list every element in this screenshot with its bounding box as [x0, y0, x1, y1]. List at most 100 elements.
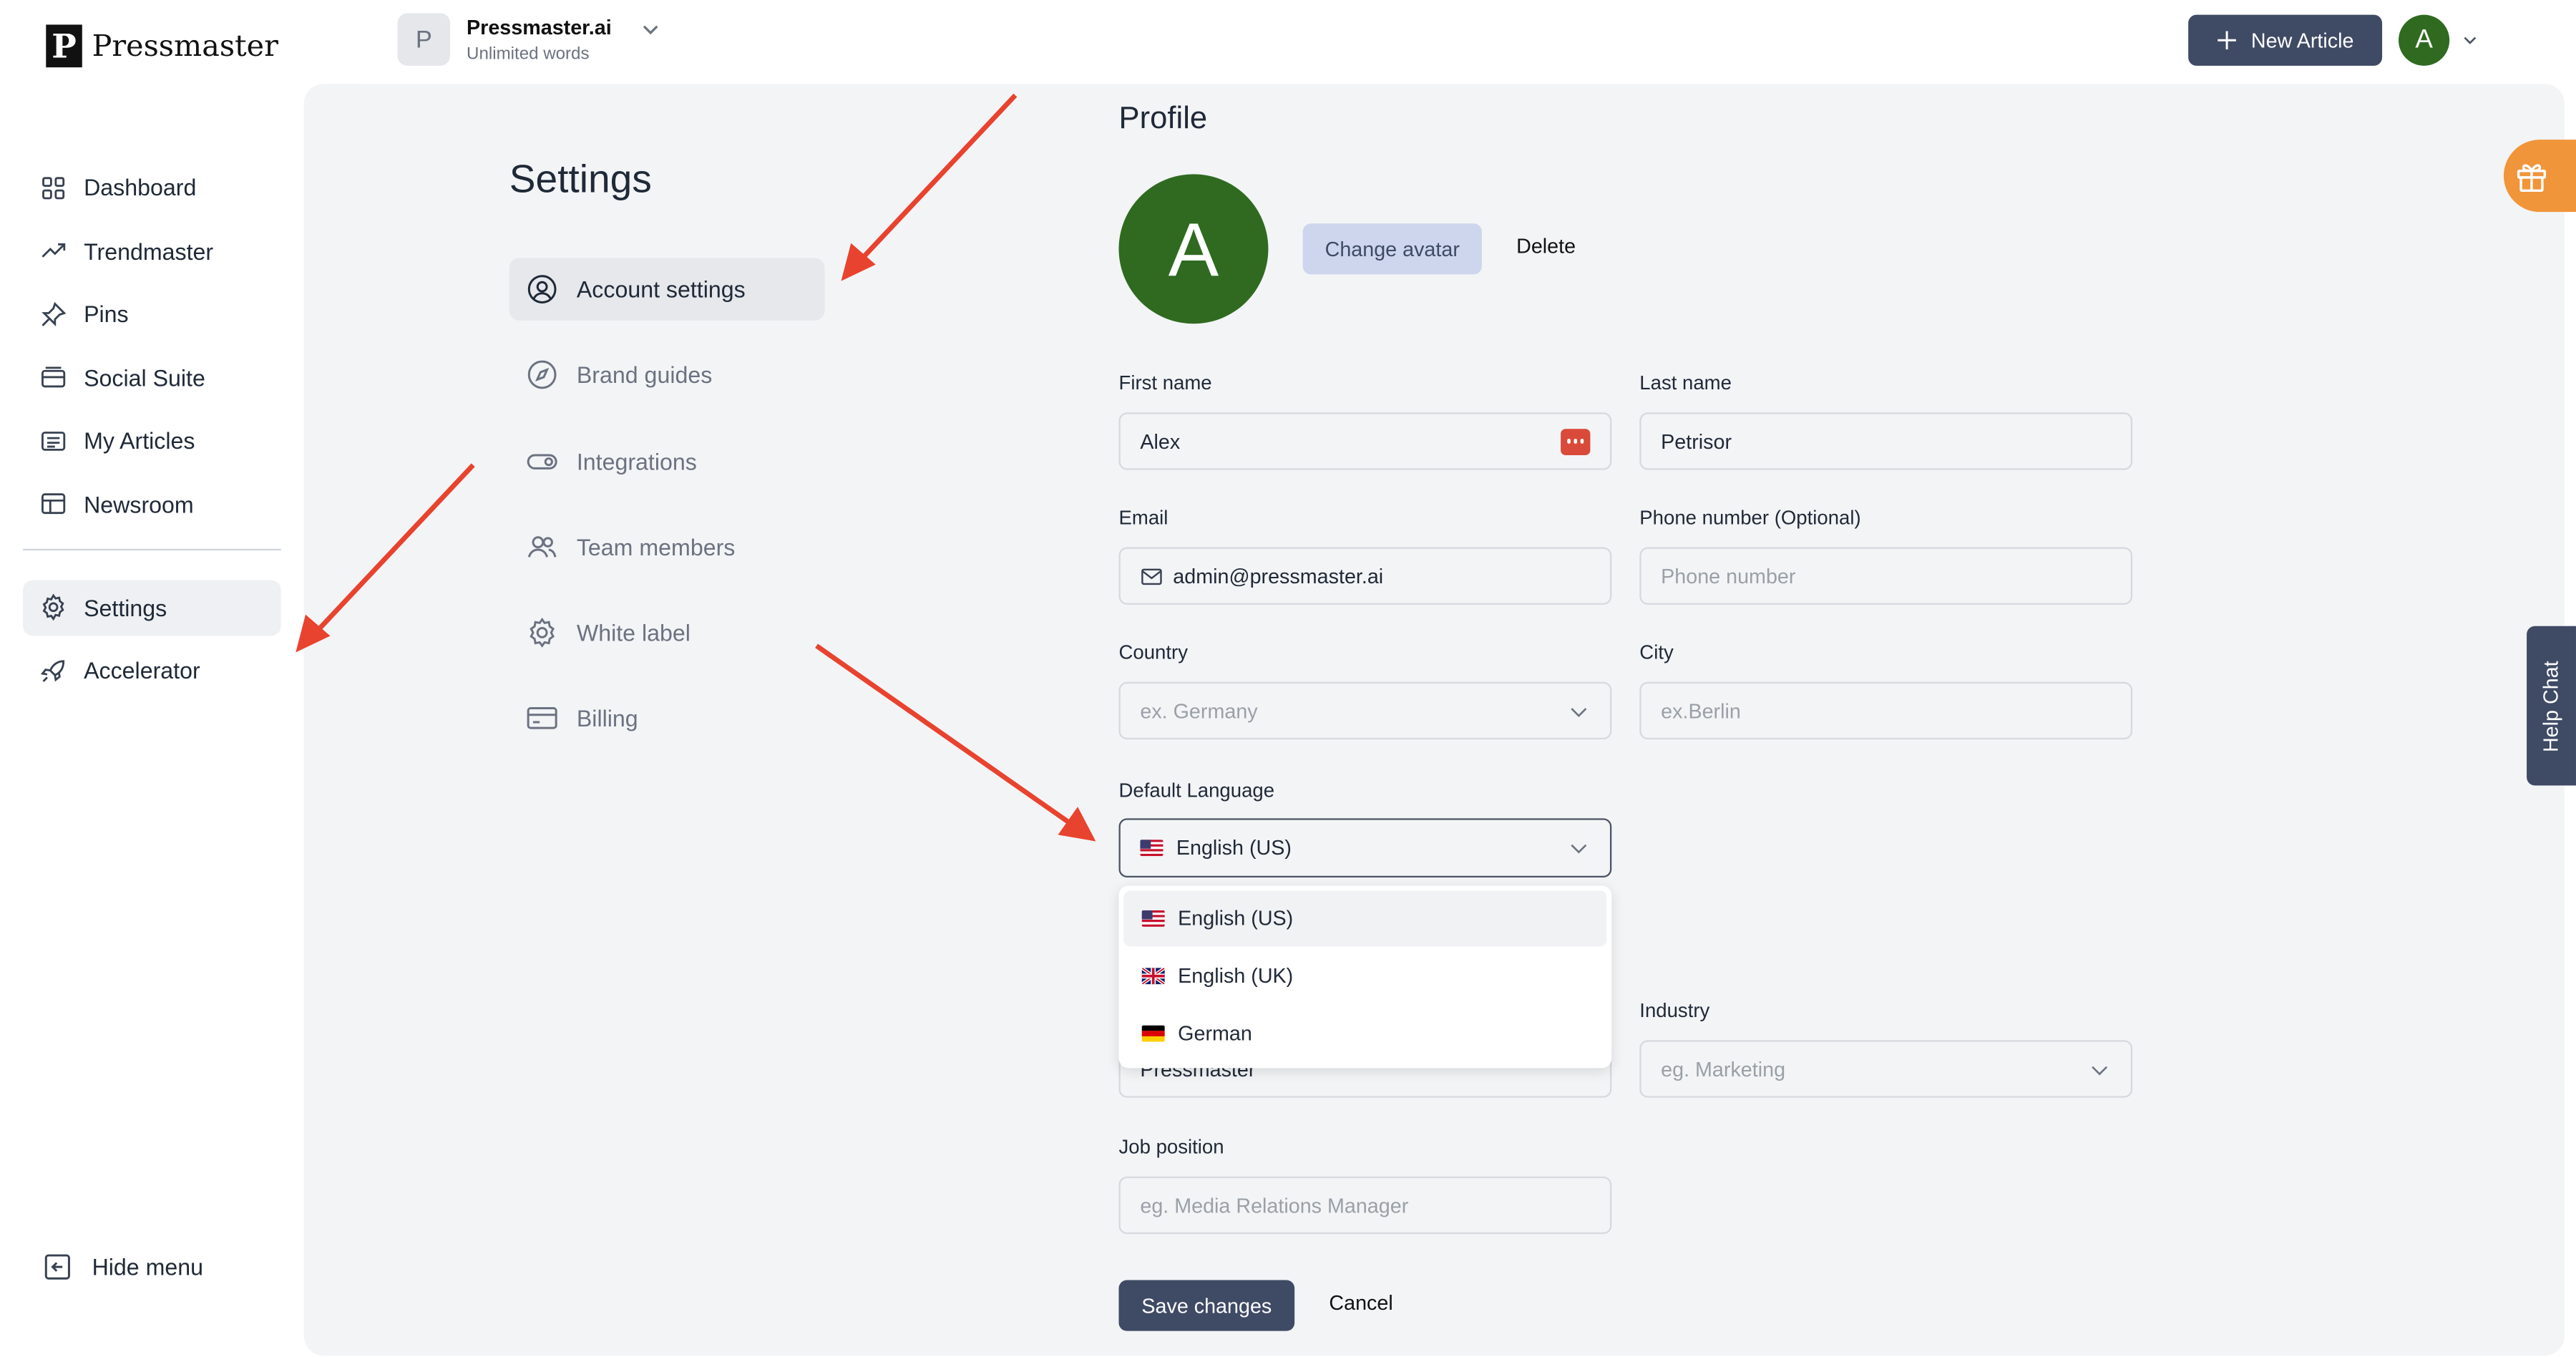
gear-icon	[530, 618, 555, 648]
language-dropdown-menu: English (US) English (UK) German	[1118, 885, 1612, 1069]
settings-menu-label: Billing	[576, 706, 638, 732]
sidebar-item-newsroom[interactable]: Newsroom	[23, 476, 280, 532]
settings-menu-label: Team members	[576, 533, 736, 560]
language-option-en-us[interactable]: English (US)	[1123, 890, 1607, 947]
sidebar-item-label: Newsroom	[84, 490, 194, 517]
new-article-label: New Article	[2250, 29, 2354, 52]
hide-menu-label: Hide menu	[92, 1253, 204, 1280]
us-flag-icon	[1141, 910, 1165, 927]
settings-menu-account[interactable]: Account settings	[509, 258, 825, 321]
email-value: admin@pressmaster.ai	[1173, 564, 1384, 588]
sidebar-item-social-suite[interactable]: Social Suite	[23, 349, 280, 405]
sidebar-divider	[23, 548, 281, 550]
workspace-avatar: P	[397, 13, 451, 66]
job-position-label: Job position	[1118, 1135, 1224, 1159]
app-logo[interactable]: P Pressmaster	[46, 24, 278, 68]
settings-menu-team-members[interactable]: Team members	[509, 516, 825, 578]
sidebar-item-trendmaster[interactable]: Trendmaster	[23, 223, 280, 278]
user-menu[interactable]: A	[2399, 14, 2481, 66]
credit-card-icon	[527, 708, 557, 730]
sidebar-nav: Dashboard Trendmaster Pins Social Suite …	[23, 160, 281, 706]
city-label: City	[1639, 641, 1674, 664]
workspace-name: Pressmaster.ai	[467, 15, 612, 39]
logo-mark: P	[46, 24, 82, 68]
settings-menu-integrations[interactable]: Integrations	[509, 430, 825, 492]
last-name-label: Last name	[1639, 371, 1732, 395]
us-flag-icon	[1140, 840, 1163, 857]
collapse-menu-icon	[44, 1254, 70, 1280]
german-flag-icon	[1141, 1025, 1165, 1042]
chevron-down-icon	[2092, 1065, 2108, 1075]
settings-menu-brand-guides[interactable]: Brand guides	[509, 344, 825, 407]
phone-field[interactable]: Phone number	[1639, 547, 2133, 605]
sidebar-item-label: Settings	[84, 593, 167, 621]
last-name-field[interactable]: Petrisor	[1639, 412, 2133, 470]
cancel-button[interactable]: Cancel	[1329, 1292, 1392, 1315]
social-suite-icon	[42, 366, 66, 388]
default-language-select[interactable]: English (US)	[1118, 818, 1612, 878]
sidebar-item-label: Accelerator	[84, 657, 200, 684]
last-name-value: Petrisor	[1661, 429, 1732, 453]
language-option-label: German	[1178, 1022, 1252, 1046]
first-name-field[interactable]: Alex	[1118, 412, 1612, 470]
chevron-down-icon	[2464, 37, 2477, 44]
settings-menu: Account settings Brand guides Integratio…	[509, 258, 825, 773]
gift-button[interactable]	[2503, 140, 2576, 213]
sidebar-item-my-articles[interactable]: My Articles	[23, 412, 280, 468]
sidebar-item-dashboard[interactable]: Dashboard	[23, 160, 280, 215]
city-field[interactable]: ex.Berlin	[1639, 681, 2133, 740]
language-option-label: English (UK)	[1178, 964, 1294, 988]
delete-avatar-button[interactable]: Delete	[1516, 235, 1576, 258]
language-option-label: English (US)	[1178, 907, 1294, 930]
user-avatar: A	[2399, 14, 2450, 66]
email-label: Email	[1118, 506, 1169, 530]
sidebar-item-settings[interactable]: Settings	[23, 579, 281, 636]
toggle-icon	[527, 453, 557, 469]
uk-flag-icon	[1141, 968, 1165, 985]
job-position-field[interactable]: eg. Media Relations Manager	[1118, 1176, 1612, 1235]
country-select[interactable]: ex. Germany	[1118, 681, 1612, 740]
job-position-placeholder: eg. Media Relations Manager	[1140, 1193, 1409, 1217]
save-changes-button[interactable]: Save changes	[1118, 1280, 1295, 1331]
chevron-down-icon	[643, 25, 659, 35]
profile-heading: Profile	[1118, 102, 1208, 137]
sidebar-item-label: Social Suite	[84, 364, 205, 391]
password-manager-icon[interactable]	[1561, 428, 1591, 454]
rocket-icon	[40, 659, 65, 681]
sidebar-item-accelerator[interactable]: Accelerator	[23, 643, 280, 699]
profile-avatar: A	[1118, 174, 1269, 324]
default-language-label: Default Language	[1118, 779, 1275, 802]
compass-icon	[527, 361, 557, 390]
chevron-down-icon	[1571, 707, 1587, 716]
page-title: Settings	[509, 157, 652, 203]
articles-icon	[42, 430, 66, 450]
sidebar-item-pins[interactable]: Pins	[23, 286, 280, 341]
language-option-en-uk[interactable]: English (UK)	[1123, 948, 1606, 1004]
gift-icon	[2517, 164, 2547, 193]
logo-text: Pressmaster	[92, 29, 278, 64]
sidebar-item-label: Trendmaster	[84, 237, 214, 264]
phone-placeholder: Phone number	[1661, 564, 1796, 588]
chevron-down-icon	[1571, 844, 1587, 854]
settings-menu-white-label[interactable]: White label	[509, 602, 825, 664]
hide-menu-button[interactable]: Hide menu	[43, 1252, 203, 1281]
first-name-value: Alex	[1140, 429, 1181, 453]
sidebar-item-label: Pins	[84, 301, 129, 327]
first-name-label: First name	[1118, 371, 1212, 395]
industry-select[interactable]: eg. Marketing	[1639, 1040, 2133, 1098]
pin-icon	[42, 301, 67, 326]
new-article-button[interactable]: New Article	[2188, 14, 2383, 66]
sidebar-item-label: Dashboard	[84, 174, 197, 201]
help-chat-button[interactable]: Help Chat	[2527, 626, 2576, 786]
settings-menu-label: White label	[576, 619, 691, 646]
language-option-german[interactable]: German	[1123, 1006, 1606, 1061]
settings-menu-label: Integrations	[576, 447, 697, 475]
email-field[interactable]: admin@pressmaster.ai	[1118, 547, 1612, 605]
default-language-value: English (US)	[1176, 836, 1292, 860]
users-icon	[527, 536, 557, 558]
settings-menu-billing[interactable]: Billing	[509, 688, 825, 750]
change-avatar-button[interactable]: Change avatar	[1302, 223, 1482, 275]
country-label: Country	[1118, 641, 1189, 664]
mail-icon	[1141, 568, 1162, 584]
workspace-switcher[interactable]: P Pressmaster.ai Unlimited words	[397, 13, 665, 66]
